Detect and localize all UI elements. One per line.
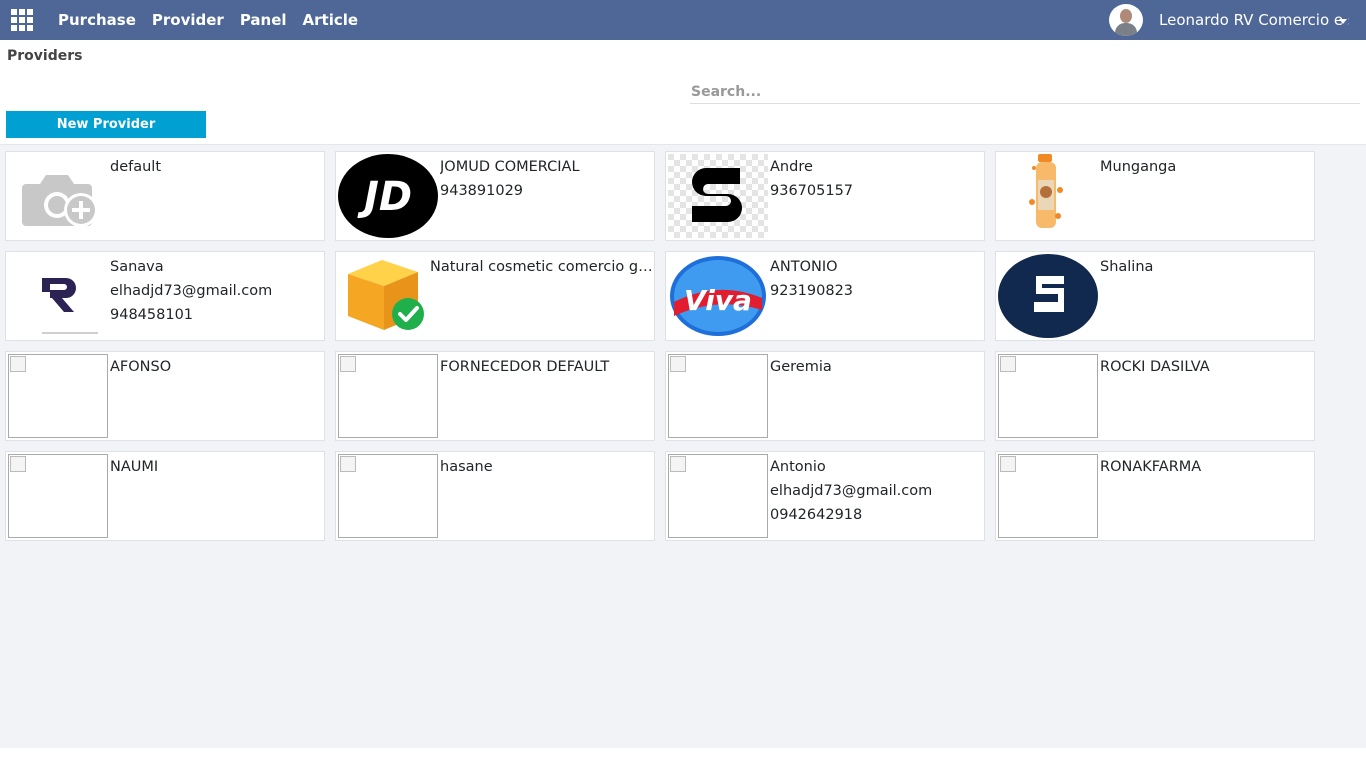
provider-info: FORNECEDOR DEFAULT bbox=[440, 355, 652, 379]
provider-info: JOMUD COMERCIAL 943891029 bbox=[440, 155, 652, 203]
provider-card[interactable]: FORNECEDOR DEFAULT bbox=[335, 351, 655, 441]
shalina-logo-icon bbox=[998, 254, 1098, 338]
provider-phone: 948458101 bbox=[110, 307, 194, 323]
page-title: Providers bbox=[7, 48, 83, 64]
user-name: Leonardo RV Comercio e s bbox=[1159, 11, 1349, 29]
svg-text:JD: JD bbox=[357, 174, 412, 220]
app-grid-icon[interactable] bbox=[10, 8, 34, 32]
package-check-icon bbox=[338, 254, 438, 338]
provider-info: Sanava elhadjd73@gmail.com 948458101 bbox=[110, 255, 322, 327]
provider-info: default bbox=[110, 155, 322, 179]
top-navbar: Purchase Provider Panel Article Leonardo… bbox=[0, 0, 1366, 40]
provider-card[interactable]: Viva ANTONIO 923190823 bbox=[665, 251, 985, 341]
provider-name: FORNECEDOR DEFAULT bbox=[440, 359, 610, 375]
new-provider-button[interactable]: New Provider bbox=[6, 111, 206, 138]
provider-name: NAUMI bbox=[110, 459, 159, 475]
provider-card[interactable]: Sanava elhadjd73@gmail.com 948458101 bbox=[5, 251, 325, 341]
provider-phone: 0942642918 bbox=[770, 507, 863, 523]
provider-card[interactable]: Antonio elhadjd73@gmail.com 0942642918 bbox=[665, 451, 985, 541]
provider-name: AFONSO bbox=[110, 359, 172, 375]
provider-info: Antonio elhadjd73@gmail.com 0942642918 bbox=[770, 455, 982, 527]
provider-info: ANTONIO 923190823 bbox=[770, 255, 982, 303]
provider-phone: 923190823 bbox=[770, 283, 854, 299]
menu-panel[interactable]: Panel bbox=[240, 11, 287, 29]
provider-kanban: default JD JOMUD COMERCIAL 943891029 Andr… bbox=[0, 144, 1366, 748]
broken-image-icon bbox=[998, 354, 1098, 438]
provider-email: elhadjd73@gmail.com bbox=[110, 283, 273, 299]
provider-name: RONAKFARMA bbox=[1100, 459, 1202, 475]
provider-name: hasane bbox=[440, 459, 493, 475]
provider-info: NAUMI bbox=[110, 455, 322, 479]
provider-card[interactable]: Natural cosmetic comercio ge... bbox=[335, 251, 655, 341]
provider-name: ROCKI DASILVA bbox=[1100, 359, 1210, 375]
provider-card[interactable]: Geremia bbox=[665, 351, 985, 441]
menu-article[interactable]: Article bbox=[303, 11, 359, 29]
provider-info: Munganga bbox=[1100, 155, 1312, 179]
provider-card[interactable]: default bbox=[5, 151, 325, 241]
chevron-down-icon bbox=[1339, 18, 1347, 24]
provider-card[interactable]: ROCKI DASILVA bbox=[995, 351, 1315, 441]
provider-name: Munganga bbox=[1100, 159, 1177, 175]
provider-info: Andre 936705157 bbox=[770, 155, 982, 203]
provider-card[interactable]: Munganga bbox=[995, 151, 1315, 241]
provider-card[interactable]: NAUMI bbox=[5, 451, 325, 541]
s-logo-icon bbox=[668, 154, 768, 238]
broken-image-icon bbox=[8, 354, 108, 438]
provider-name: Shalina bbox=[1100, 259, 1154, 275]
avatar bbox=[1109, 4, 1143, 36]
cosmetic-bottle-icon bbox=[998, 154, 1098, 238]
broken-image-icon bbox=[998, 454, 1098, 538]
provider-name: ANTONIO bbox=[770, 259, 838, 275]
viva-logo-icon: Viva bbox=[668, 254, 768, 338]
provider-name: Andre bbox=[770, 159, 813, 175]
provider-info: RONAKFARMA bbox=[1100, 455, 1312, 479]
provider-name: JOMUD COMERCIAL bbox=[440, 159, 580, 175]
provider-info: hasane bbox=[440, 455, 652, 479]
main-menu: Purchase Provider Panel Article bbox=[58, 11, 374, 29]
jd-logo-icon: JD bbox=[338, 154, 438, 238]
provider-info: Natural cosmetic comercio ge... bbox=[430, 255, 654, 279]
provider-name: Antonio bbox=[770, 459, 826, 475]
camera-plus-icon bbox=[8, 154, 108, 238]
broken-image-icon bbox=[668, 354, 768, 438]
provider-phone: 943891029 bbox=[440, 183, 524, 199]
search-input[interactable] bbox=[690, 80, 1360, 104]
provider-card[interactable]: Shalina bbox=[995, 251, 1315, 341]
provider-name: Natural cosmetic comercio ge... bbox=[430, 259, 654, 275]
user-menu[interactable]: Leonardo RV Comercio e s bbox=[1109, 4, 1349, 36]
provider-card[interactable]: AFONSO bbox=[5, 351, 325, 441]
provider-info: AFONSO bbox=[110, 355, 322, 379]
provider-name: Geremia bbox=[770, 359, 832, 375]
provider-name: Sanava bbox=[110, 259, 164, 275]
provider-card[interactable]: RONAKFARMA bbox=[995, 451, 1315, 541]
provider-name: default bbox=[110, 159, 162, 175]
provider-info: Geremia bbox=[770, 355, 982, 379]
provider-info: ROCKI DASILVA bbox=[1100, 355, 1312, 379]
broken-image-icon bbox=[668, 454, 768, 538]
provider-phone: 936705157 bbox=[770, 183, 854, 199]
provider-card[interactable]: hasane bbox=[335, 451, 655, 541]
broken-image-icon bbox=[338, 454, 438, 538]
broken-image-icon bbox=[8, 454, 108, 538]
svg-text:Viva: Viva bbox=[684, 284, 752, 317]
menu-provider[interactable]: Provider bbox=[152, 11, 224, 29]
provider-email: elhadjd73@gmail.com bbox=[770, 483, 933, 499]
r-logo-icon bbox=[8, 254, 108, 338]
provider-card[interactable]: JD JOMUD COMERCIAL 943891029 bbox=[335, 151, 655, 241]
provider-card[interactable]: Andre 936705157 bbox=[665, 151, 985, 241]
provider-info: Shalina bbox=[1100, 255, 1312, 279]
broken-image-icon bbox=[338, 354, 438, 438]
menu-purchase[interactable]: Purchase bbox=[58, 11, 136, 29]
